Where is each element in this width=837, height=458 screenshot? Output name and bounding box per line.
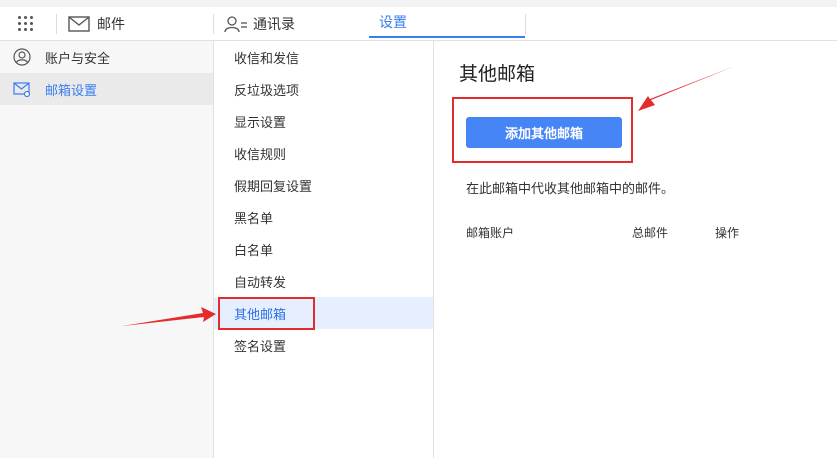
subnav-item-display[interactable]: 显示设置 bbox=[214, 105, 433, 137]
tab-contacts-label: 通讯录 bbox=[253, 16, 295, 33]
leftnav-item-mail-settings[interactable]: 邮箱设置 bbox=[0, 73, 213, 105]
tab-settings-label: 设置 bbox=[379, 14, 407, 31]
mail-settings-icon bbox=[13, 82, 31, 98]
top-strip bbox=[0, 0, 837, 7]
subnav-item-label: 反垃圾选项 bbox=[234, 83, 300, 99]
divider bbox=[56, 14, 57, 34]
contacts-icon bbox=[224, 15, 247, 32]
column-header-actions: 操作 bbox=[715, 226, 740, 240]
tab-contacts[interactable]: 通讯录 bbox=[224, 7, 295, 40]
subnav-item-label: 显示设置 bbox=[234, 115, 287, 131]
settings-subnav: 收信和发信 反垃圾选项 显示设置 收信规则 假期回复设置 黑名单 白名单 自动转… bbox=[214, 41, 434, 458]
subnav-item-whitelist[interactable]: 白名单 bbox=[214, 233, 433, 265]
subnav-item-label: 白名单 bbox=[234, 243, 274, 259]
subnav-item-signature[interactable]: 签名设置 bbox=[214, 329, 433, 361]
top-bar: 邮件 通讯录 设置 bbox=[0, 0, 837, 41]
highlight-box-button bbox=[452, 97, 633, 163]
leftnav-item-label: 邮箱设置 bbox=[45, 83, 98, 99]
subnav-item-label: 黑名单 bbox=[234, 211, 274, 227]
subnav-item-vacation-reply[interactable]: 假期回复设置 bbox=[214, 169, 433, 201]
leftnav-item-label: 账户与安全 bbox=[45, 51, 111, 67]
subnav-item-label: 收信规则 bbox=[234, 147, 287, 163]
subnav-item-rules[interactable]: 收信规则 bbox=[214, 137, 433, 169]
highlight-box-subnav bbox=[218, 297, 315, 330]
subnav-item-label: 假期回复设置 bbox=[234, 179, 313, 195]
subnav-item-blacklist[interactable]: 黑名单 bbox=[214, 201, 433, 233]
subnav-item-label: 收信和发信 bbox=[234, 51, 300, 67]
subnav-item-label: 签名设置 bbox=[234, 339, 287, 355]
description-text: 在此邮箱中代收其他邮箱中的邮件。 bbox=[466, 182, 675, 197]
subnav-item-auto-forward[interactable]: 自动转发 bbox=[214, 265, 433, 297]
left-nav: 账户与安全 邮箱设置 bbox=[0, 41, 214, 458]
envelope-icon bbox=[68, 15, 90, 32]
page-title: 其他邮箱 bbox=[459, 63, 536, 85]
subnav-item-send-receive[interactable]: 收信和发信 bbox=[214, 41, 433, 73]
tab-settings[interactable]: 设置 bbox=[369, 7, 525, 38]
divider bbox=[525, 14, 526, 34]
tab-mail-label: 邮件 bbox=[97, 16, 125, 33]
user-icon bbox=[13, 48, 31, 66]
app-grid-icon[interactable] bbox=[18, 16, 34, 32]
column-header-account: 邮箱账户 bbox=[466, 226, 515, 240]
divider bbox=[213, 14, 214, 34]
subnav-item-anti-spam[interactable]: 反垃圾选项 bbox=[214, 73, 433, 105]
tab-mail[interactable]: 邮件 bbox=[68, 7, 125, 40]
subnav-item-label: 自动转发 bbox=[234, 275, 287, 291]
leftnav-item-account-security[interactable]: 账户与安全 bbox=[0, 41, 213, 73]
column-header-total: 总邮件 bbox=[632, 226, 669, 240]
